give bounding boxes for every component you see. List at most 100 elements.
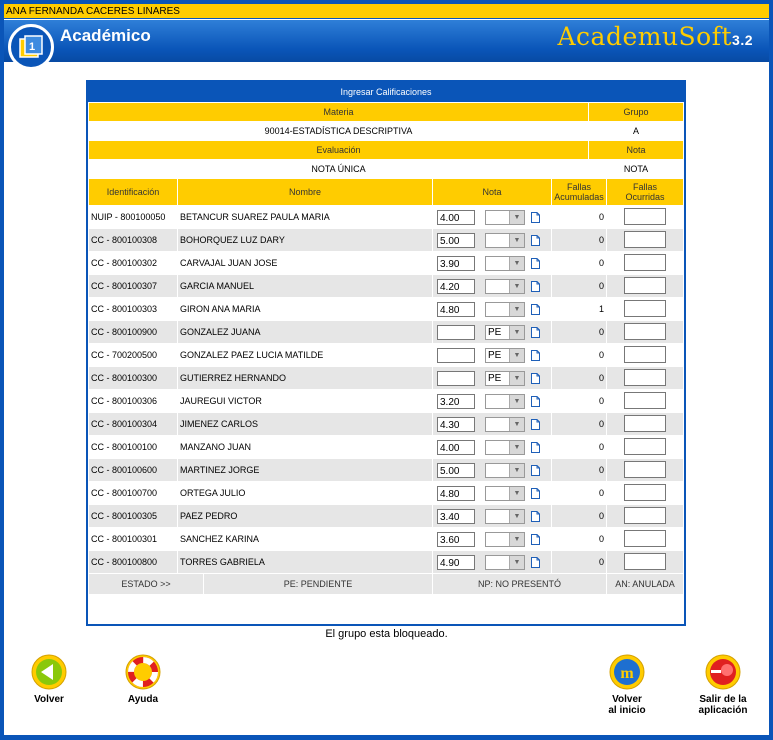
- student-row: CC - 800100302 CARVAJAL JUAN JOSE 3.90 ▼ 0: [89, 252, 683, 274]
- fallas-acumuladas: 0: [552, 505, 606, 527]
- document-icon[interactable]: [531, 510, 540, 522]
- student-row: CC - 700200500 GONZALEZ PAEZ LUCIA MATILD…: [89, 344, 683, 366]
- fallas-ocurridas-input[interactable]: [624, 368, 666, 386]
- estado-select[interactable]: ▼: [485, 255, 525, 271]
- document-icon[interactable]: [531, 372, 540, 384]
- evaluacion-value: NOTA ÚNICA: [89, 160, 588, 178]
- estado-select[interactable]: ▼: [485, 301, 525, 317]
- legend-pe: PE: PENDIENTE: [203, 574, 432, 594]
- col-fallas-ocurridas: Fallas Ocurridas: [607, 179, 683, 205]
- estado-select[interactable]: ▼: [485, 462, 525, 478]
- fallas-ocurridas-input[interactable]: [624, 483, 666, 501]
- nota-cell: 3.20 ▼: [433, 390, 551, 412]
- nota-input[interactable]: 4.00: [437, 439, 475, 455]
- student-id: CC - 800100306: [89, 390, 177, 412]
- student-name: ORTEGA JULIO: [178, 482, 432, 504]
- fallas-ocurridas-input[interactable]: [624, 207, 666, 225]
- materia-header: Materia: [89, 103, 588, 121]
- estado-select[interactable]: PE ▼: [485, 347, 525, 363]
- nota-input[interactable]: [437, 347, 475, 363]
- document-icon[interactable]: [531, 395, 540, 407]
- estado-select[interactable]: ▼: [485, 278, 525, 294]
- document-icon[interactable]: [531, 418, 540, 430]
- chevron-down-icon: ▼: [509, 233, 524, 247]
- student-id: CC - 800100700: [89, 482, 177, 504]
- fallas-ocurridas-input[interactable]: [624, 276, 666, 294]
- document-icon[interactable]: [531, 441, 540, 453]
- chevron-down-icon: ▼: [509, 256, 524, 270]
- document-icon[interactable]: [531, 257, 540, 269]
- fallas-ocurridas-input[interactable]: [624, 506, 666, 524]
- nota-input[interactable]: 4.80: [437, 485, 475, 501]
- fallas-ocurridas-input[interactable]: [624, 460, 666, 478]
- document-icon[interactable]: [531, 533, 540, 545]
- document-icon[interactable]: [531, 464, 540, 476]
- chevron-down-icon: ▼: [509, 348, 524, 362]
- document-icon[interactable]: [531, 211, 540, 223]
- nota-input[interactable]: 3.20: [437, 393, 475, 409]
- document-icon[interactable]: [531, 326, 540, 338]
- fallas-ocurridas-input[interactable]: [624, 391, 666, 409]
- student-id: CC - 800100100: [89, 436, 177, 458]
- ayuda-label: Ayuda: [127, 694, 159, 705]
- nota-input[interactable]: 3.40: [437, 508, 475, 524]
- estado-select[interactable]: ▼: [485, 439, 525, 455]
- student-row: CC - 800100308 BOHORQUEZ LUZ DARY 5.00 ▼ 0: [89, 229, 683, 251]
- document-icon[interactable]: [531, 556, 540, 568]
- fallas-ocurridas-input[interactable]: [624, 345, 666, 363]
- nota-input[interactable]: 5.00: [437, 462, 475, 478]
- estado-select[interactable]: ▼: [485, 393, 525, 409]
- document-icon[interactable]: [531, 303, 540, 315]
- estado-select[interactable]: PE ▼: [485, 324, 525, 340]
- salir-button[interactable]: Salir de la aplicación: [688, 654, 758, 716]
- materia-value: 90014-ESTADÍSTICA DESCRIPTIVA: [89, 122, 588, 140]
- lifebuoy-icon: [125, 654, 161, 690]
- estado-select[interactable]: ▼: [485, 232, 525, 248]
- estado-select[interactable]: ▼: [485, 531, 525, 547]
- nota-input[interactable]: 4.20: [437, 278, 475, 294]
- student-row: CC - 800100900 GONZALEZ JUANA PE ▼ 0: [89, 321, 683, 343]
- fallas-ocurridas-input[interactable]: [624, 414, 666, 432]
- nota-input[interactable]: 4.90: [437, 554, 475, 570]
- nota-input[interactable]: 4.30: [437, 416, 475, 432]
- fallas-acumuladas: 1: [552, 298, 606, 320]
- nota-input[interactable]: 3.90: [437, 255, 475, 271]
- estado-select[interactable]: ▼: [485, 416, 525, 432]
- nota-input[interactable]: [437, 324, 475, 340]
- fallas-ocurridas-input[interactable]: [624, 529, 666, 547]
- nota-input[interactable]: 4.00: [437, 209, 475, 225]
- fallas-ocurridas-input[interactable]: [624, 299, 666, 317]
- estado-select[interactable]: ▼: [485, 554, 525, 570]
- estado-select[interactable]: ▼: [485, 485, 525, 501]
- volver-button[interactable]: Volver: [14, 654, 84, 705]
- user-name-bar: ANA FERNANDA CACERES LINARES: [4, 4, 769, 19]
- nota-input[interactable]: 3.60: [437, 531, 475, 547]
- ayuda-button[interactable]: Ayuda: [108, 654, 178, 705]
- nota-input[interactable]: 5.00: [437, 232, 475, 248]
- estado-select[interactable]: PE ▼: [485, 370, 525, 386]
- fallas-acumuladas: 0: [552, 275, 606, 297]
- document-icon[interactable]: [531, 234, 540, 246]
- student-name: JAUREGUI VICTOR: [178, 390, 432, 412]
- col-nota: Nota: [433, 179, 551, 205]
- fallas-ocurridas-input[interactable]: [624, 437, 666, 455]
- fallas-acumuladas: 0: [552, 551, 606, 573]
- nota-input[interactable]: [437, 370, 475, 386]
- document-icon[interactable]: [531, 487, 540, 499]
- student-row: CC - 800100700 ORTEGA JULIO 4.80 ▼ 0: [89, 482, 683, 504]
- fallas-ocurridas-input[interactable]: [624, 552, 666, 570]
- fallas-ocurridas-input[interactable]: [624, 253, 666, 271]
- student-row: CC - 800100301 SANCHEZ KARINA 3.60 ▼ 0: [89, 528, 683, 550]
- volver-inicio-button[interactable]: m Volver al inicio: [592, 654, 662, 716]
- app-title: Académico: [60, 26, 151, 45]
- fallas-ocurridas-input[interactable]: [624, 322, 666, 340]
- estado-select[interactable]: ▼: [485, 508, 525, 524]
- grupo-value: A: [589, 122, 683, 140]
- document-icon[interactable]: [531, 349, 540, 361]
- document-icon[interactable]: [531, 280, 540, 292]
- fallas-acumuladas: 0: [552, 436, 606, 458]
- nota-cell: 5.00 ▼: [433, 229, 551, 251]
- fallas-ocurridas-input[interactable]: [624, 230, 666, 248]
- nota-input[interactable]: 4.80: [437, 301, 475, 317]
- estado-select[interactable]: ▼: [485, 209, 525, 225]
